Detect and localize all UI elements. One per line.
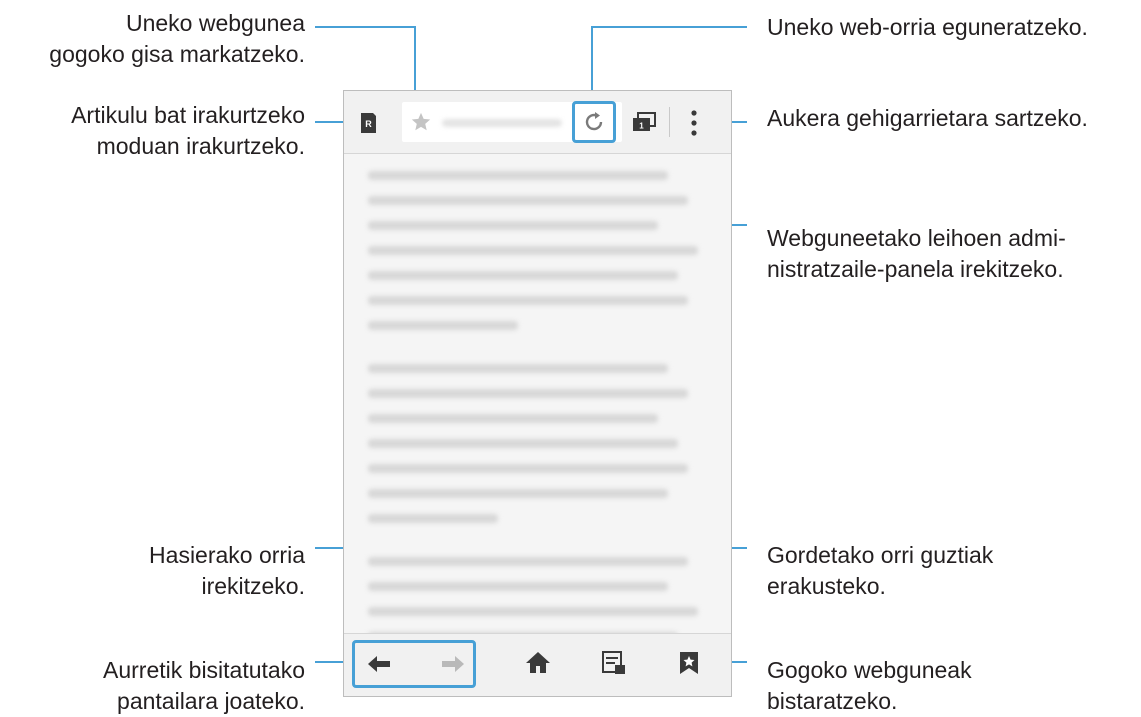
browser-toolbar: R 1 [344,91,731,154]
back-icon[interactable] [366,654,392,674]
reader-icon[interactable]: R [358,111,378,135]
svg-text:R: R [365,119,372,129]
refresh-button[interactable] [572,101,616,143]
home-icon[interactable] [525,650,551,674]
bookmark-icon[interactable] [677,650,701,676]
refresh-icon [585,112,603,131]
page-content-blurred [368,171,708,682]
browser-bottom-bar [344,633,731,696]
svg-text:1: 1 [639,122,644,131]
toolbar-divider [669,107,670,137]
star-icon[interactable] [410,111,432,133]
saved-pages-icon[interactable] [601,650,627,676]
forward-icon[interactable] [440,654,466,674]
more-options-icon[interactable] [690,109,698,137]
url-text-blurred [442,119,562,127]
browser-screen: R 1 [343,90,732,697]
tabs-icon[interactable]: 1 [631,111,657,133]
